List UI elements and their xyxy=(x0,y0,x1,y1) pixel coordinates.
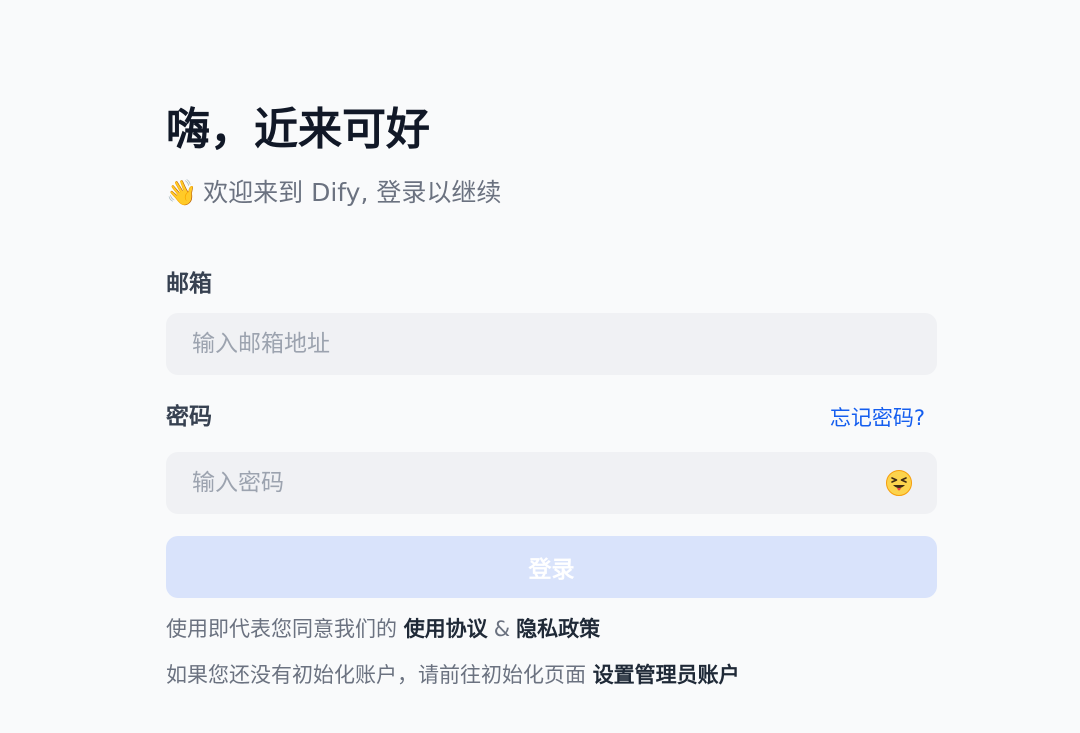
init-prefix: 如果您还没有初始化账户，请前往初始化页面 xyxy=(166,663,586,687)
terms-ampersand: & xyxy=(493,617,511,641)
subtitle-text: 欢迎来到 Dify, 登录以继续 xyxy=(203,178,502,207)
init-notice: 如果您还没有初始化账户，请前往初始化页面 设置管理员账户 xyxy=(166,660,740,690)
email-input[interactable] xyxy=(166,313,937,375)
terms-notice: 使用即代表您同意我们的 使用协议 & 隐私政策 xyxy=(166,614,600,644)
password-input[interactable] xyxy=(166,452,937,514)
setup-admin-link[interactable]: 设置管理员账户 xyxy=(593,663,740,687)
forgot-password-link[interactable]: 忘记密码? xyxy=(830,403,925,433)
login-button[interactable]: 登录 xyxy=(166,536,937,598)
waving-hand-icon: 👋 xyxy=(166,178,198,207)
terms-prefix: 使用即代表您同意我们的 xyxy=(166,617,397,641)
password-label: 密码 xyxy=(166,404,212,430)
password-field-wrapper xyxy=(166,452,937,514)
page-title: 嗨，近来可好 xyxy=(166,104,430,155)
terms-of-use-link[interactable]: 使用协议 xyxy=(404,617,488,641)
privacy-policy-link[interactable]: 隐私政策 xyxy=(516,617,600,641)
page-subtitle: 👋 欢迎来到 Dify, 登录以继续 xyxy=(166,176,501,210)
email-label: 邮箱 xyxy=(166,271,212,297)
eye-hidden-icon[interactable] xyxy=(885,469,913,497)
email-field-wrapper xyxy=(166,313,937,375)
